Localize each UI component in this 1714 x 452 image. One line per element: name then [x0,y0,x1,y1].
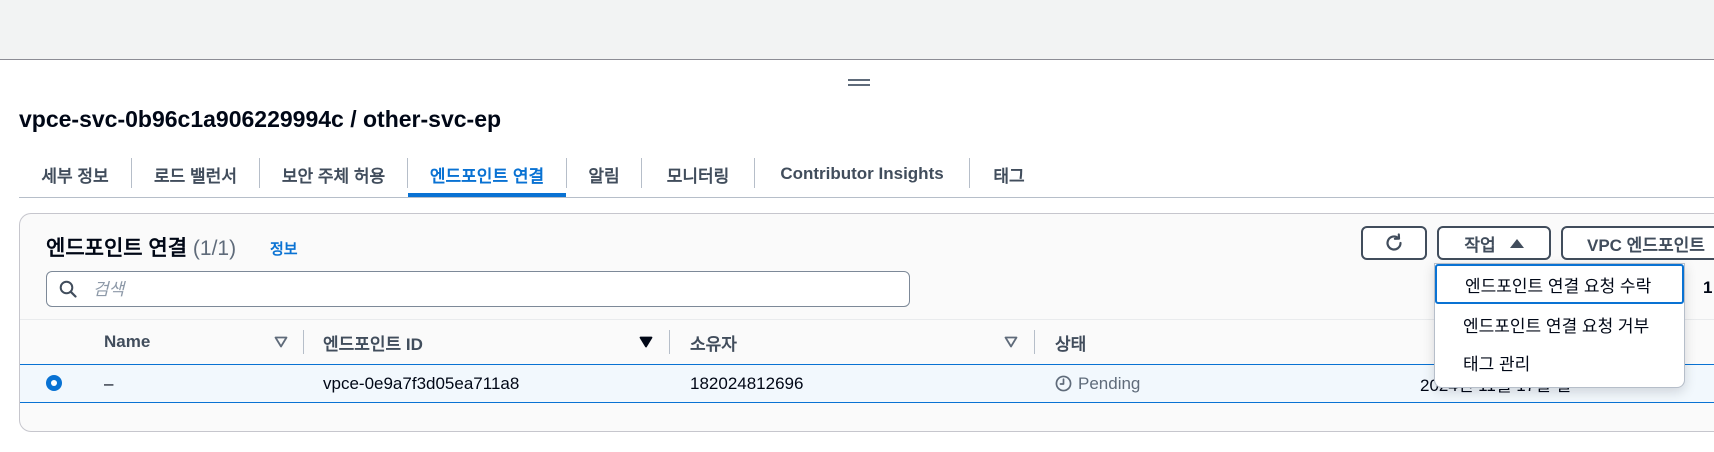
column-header-owner[interactable]: 소유자 [690,320,737,364]
page-title: vpce-svc-0b96c1a906229994c / other-svc-e… [19,106,502,132]
vpc-endpoint-button[interactable]: VPC 엔드포인트 [1561,226,1714,260]
cell-owner: 182024812696 [690,373,804,393]
tab-contributor-insights[interactable]: Contributor Insights [755,152,969,196]
panel-title-text: 엔드포인트 연결 [46,237,188,260]
selection-count: (1/1) [192,237,237,260]
cell-endpoint-id: vpce-0e9a7f3d05ea711a8 [323,373,520,393]
column-resizer[interactable] [1034,330,1035,354]
column-header-endpoint-id[interactable]: 엔드포인트 ID [323,320,423,364]
search-icon [59,280,77,298]
menu-item-accept-connection-request[interactable]: 엔드포인트 연결 요청 수락 [1435,264,1684,304]
tab-endpoint-connections[interactable]: 엔드포인트 연결 [408,152,566,197]
tab-details[interactable]: 세부 정보 [19,152,131,196]
tab-tags[interactable]: 태그 [970,152,1048,196]
tab-monitoring[interactable]: 모니터링 [642,152,754,196]
row-select-radio[interactable] [46,375,62,391]
sort-unsorted-icon[interactable] [1004,336,1018,348]
panel-title: 엔드포인트 연결 (1/1) [46,232,236,262]
cell-name: – [104,373,114,393]
sort-unsorted-icon[interactable] [274,336,288,348]
clock-icon [1055,375,1072,392]
vpc-endpoint-button-label: VPC 엔드포인트 [1587,235,1705,255]
status-text: Pending [1078,373,1141,393]
pagination-page-number[interactable]: 1 [1703,278,1712,298]
tab-allow-principals[interactable]: 보안 주체 허용 [260,152,407,196]
actions-dropdown-menu: 엔드포인트 연결 요청 수락 엔드포인트 연결 요청 거부 태그 관리 [1434,263,1685,388]
split-panel-drag-handle[interactable] [848,79,870,87]
column-header-name[interactable]: Name [104,320,150,364]
menu-item-reject-connection-request[interactable]: 엔드포인트 연결 요청 거부 [1435,304,1684,344]
column-header-status[interactable]: 상태 [1055,320,1086,364]
column-resizer[interactable] [669,330,670,354]
top-navigation-bar [0,0,1714,60]
refresh-button[interactable] [1361,226,1427,260]
search-input[interactable] [91,272,895,308]
tab-load-balancers[interactable]: 로드 밸런서 [132,152,259,196]
sort-descending-icon[interactable] [639,336,653,348]
refresh-icon [1386,233,1402,251]
column-resizer[interactable] [303,330,304,354]
menu-item-manage-tags[interactable]: 태그 관리 [1435,342,1684,382]
tab-notifications[interactable]: 알림 [567,152,641,196]
caret-up-icon [1509,238,1524,248]
tab-bar: 세부 정보 로드 밸런서 보안 주체 허용 엔드포인트 연결 알림 모니터링 C… [19,152,1714,198]
cell-status: Pending [1055,365,1140,402]
search-field[interactable] [46,271,910,308]
info-link[interactable]: 정보 [270,238,298,259]
actions-button[interactable]: 작업 [1437,226,1551,260]
actions-button-label: 작업 [1464,235,1496,255]
